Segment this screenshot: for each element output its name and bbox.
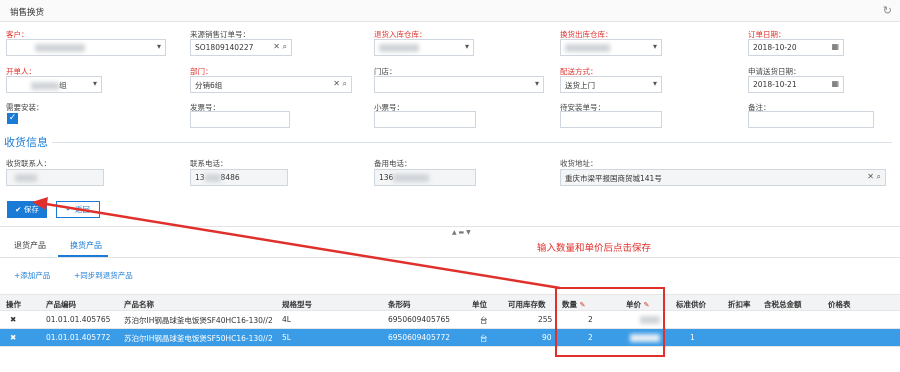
col-op: 操作 bbox=[6, 300, 21, 309]
col-std-price[interactable]: 标准供价 bbox=[676, 299, 706, 310]
qty-price-highlight bbox=[555, 287, 665, 357]
cell-stock: 90 bbox=[542, 333, 552, 342]
cell-stock: 255 bbox=[538, 315, 553, 324]
cell-spec: 4L bbox=[282, 315, 291, 324]
cell-code: 01.01.01.405765 bbox=[46, 315, 111, 324]
cell-code: 01.01.01.405772 bbox=[46, 333, 111, 342]
cell-name: 苏泊尔IH钢晶球釜电饭煲SF40HC16-130//2 bbox=[124, 316, 273, 325]
col-spec[interactable]: 规格型号 bbox=[282, 299, 312, 310]
col-pricelist[interactable]: 价格表 bbox=[828, 299, 851, 310]
grid-header: 操作 产品编码 产品名称 规格型号 条形码 单位 可用库存数 数量 ✎ 单价 ✎… bbox=[0, 294, 900, 311]
delete-icon[interactable]: ✖ bbox=[10, 315, 16, 324]
col-unit[interactable]: 单位 bbox=[472, 299, 487, 310]
col-discount[interactable]: 折扣率 bbox=[728, 299, 751, 310]
delete-icon[interactable]: ✖ bbox=[10, 333, 16, 342]
table-row[interactable]: ✖ 01.01.01.405765 苏泊尔IH钢晶球釜电饭煲SF40HC16-1… bbox=[0, 311, 900, 329]
cell-unit: 台 bbox=[480, 334, 488, 343]
cell-std-price: 1 bbox=[690, 333, 695, 342]
cell-barcode: 6950609405765 bbox=[388, 315, 451, 324]
col-name[interactable]: 产品名称 bbox=[124, 299, 154, 310]
col-stock[interactable]: 可用库存数 bbox=[508, 299, 546, 310]
cell-barcode: 6950609405772 bbox=[388, 333, 451, 342]
col-code[interactable]: 产品编码 bbox=[46, 299, 76, 310]
table-row[interactable]: ✖ 01.01.01.405772 苏泊尔IH钢晶球釜电饭煲SF50HC16-1… bbox=[0, 329, 900, 347]
cell-unit: 台 bbox=[480, 316, 488, 325]
col-barcode[interactable]: 条形码 bbox=[388, 299, 411, 310]
cell-name: 苏泊尔IH钢晶球釜电饭煲SF50HC16-130//2 bbox=[124, 334, 273, 343]
col-total[interactable]: 含税总金额 bbox=[764, 299, 802, 310]
cell-spec: 5L bbox=[282, 333, 291, 342]
